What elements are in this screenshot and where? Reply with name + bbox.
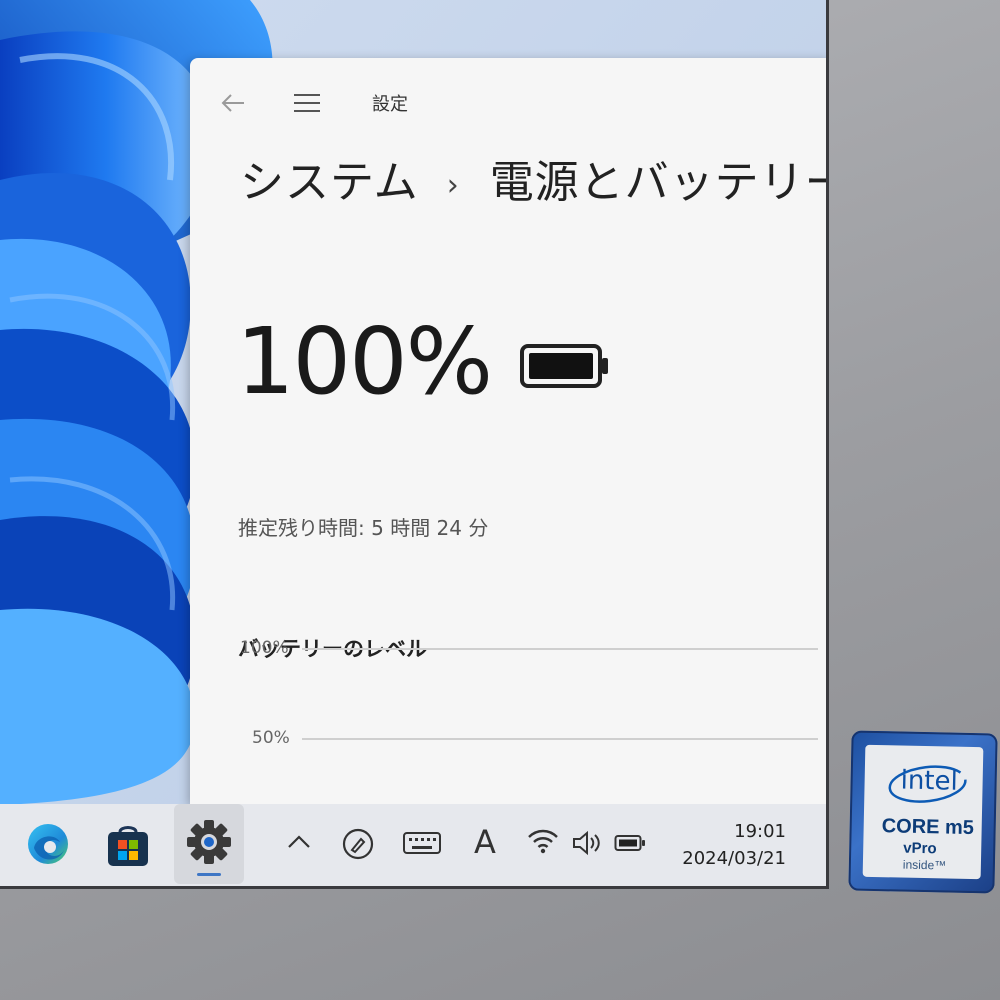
remaining-label: 推定残り時間:: [238, 516, 365, 540]
taskbar: A 19:01 2024/03/21: [0, 804, 826, 886]
intel-vpro: vPro: [903, 839, 937, 858]
taskbar-clock[interactable]: 19:01 2024/03/21: [682, 818, 786, 872]
chevron-up-icon[interactable]: [286, 832, 312, 852]
breadcrumb-parent-system[interactable]: システム: [240, 157, 419, 208]
app-title: 設定: [372, 94, 408, 115]
intel-brand: intel: [900, 765, 959, 797]
volume-icon[interactable]: [570, 828, 604, 858]
store-icon[interactable]: [104, 822, 152, 868]
intel-sticker: intel CORE m5 vPro inside™: [848, 730, 998, 894]
battery-full-icon: [520, 344, 608, 388]
settings-window: 設定 システム › 電源とバッテリー 100% 推定残り時間: 5 時間 24 分 …: [190, 58, 829, 804]
navigation-menu-button[interactable]: [290, 88, 326, 118]
estimated-remaining-time: 推定残り時間: 5 時間 24 分: [238, 512, 488, 541]
battery-percentage: 100%: [236, 308, 493, 415]
breadcrumb-separator: ›: [446, 167, 460, 203]
ime-icon[interactable]: A: [470, 820, 500, 864]
clock-time: 19:01: [734, 821, 786, 842]
back-arrow-icon: [221, 94, 244, 112]
clock-date: 2024/03/21: [682, 848, 786, 869]
back-button[interactable]: [218, 88, 248, 118]
intel-inside: inside™: [902, 857, 947, 873]
settings-icon: [187, 820, 231, 864]
gridline-label: 50%: [252, 728, 290, 748]
breadcrumb: システム › 電源とバッテリー: [240, 146, 829, 210]
gridline-label: 100%: [240, 638, 289, 658]
pen-icon[interactable]: [340, 826, 376, 862]
battery-icon[interactable]: [614, 834, 646, 852]
edge-icon[interactable]: [24, 820, 72, 868]
active-app-indicator: [197, 873, 221, 876]
battery-chart-gridline-50: 50%: [238, 728, 818, 748]
intel-core-model: CORE m5: [881, 815, 975, 840]
wifi-icon[interactable]: [526, 826, 560, 856]
remaining-value: 5 時間 24 分: [371, 516, 489, 540]
settings-taskbar-button[interactable]: [174, 804, 244, 884]
battery-chart-gridline-100: 100%: [238, 638, 818, 658]
hamburger-icon: [294, 94, 320, 96]
touch-keyboard-icon[interactable]: [402, 831, 442, 855]
display-screen: 設定 システム › 電源とバッテリー 100% 推定残り時間: 5 時間 24 分 …: [0, 0, 829, 889]
page-title: 電源とバッテリー: [489, 157, 829, 208]
title-bar: 設定: [190, 58, 826, 148]
